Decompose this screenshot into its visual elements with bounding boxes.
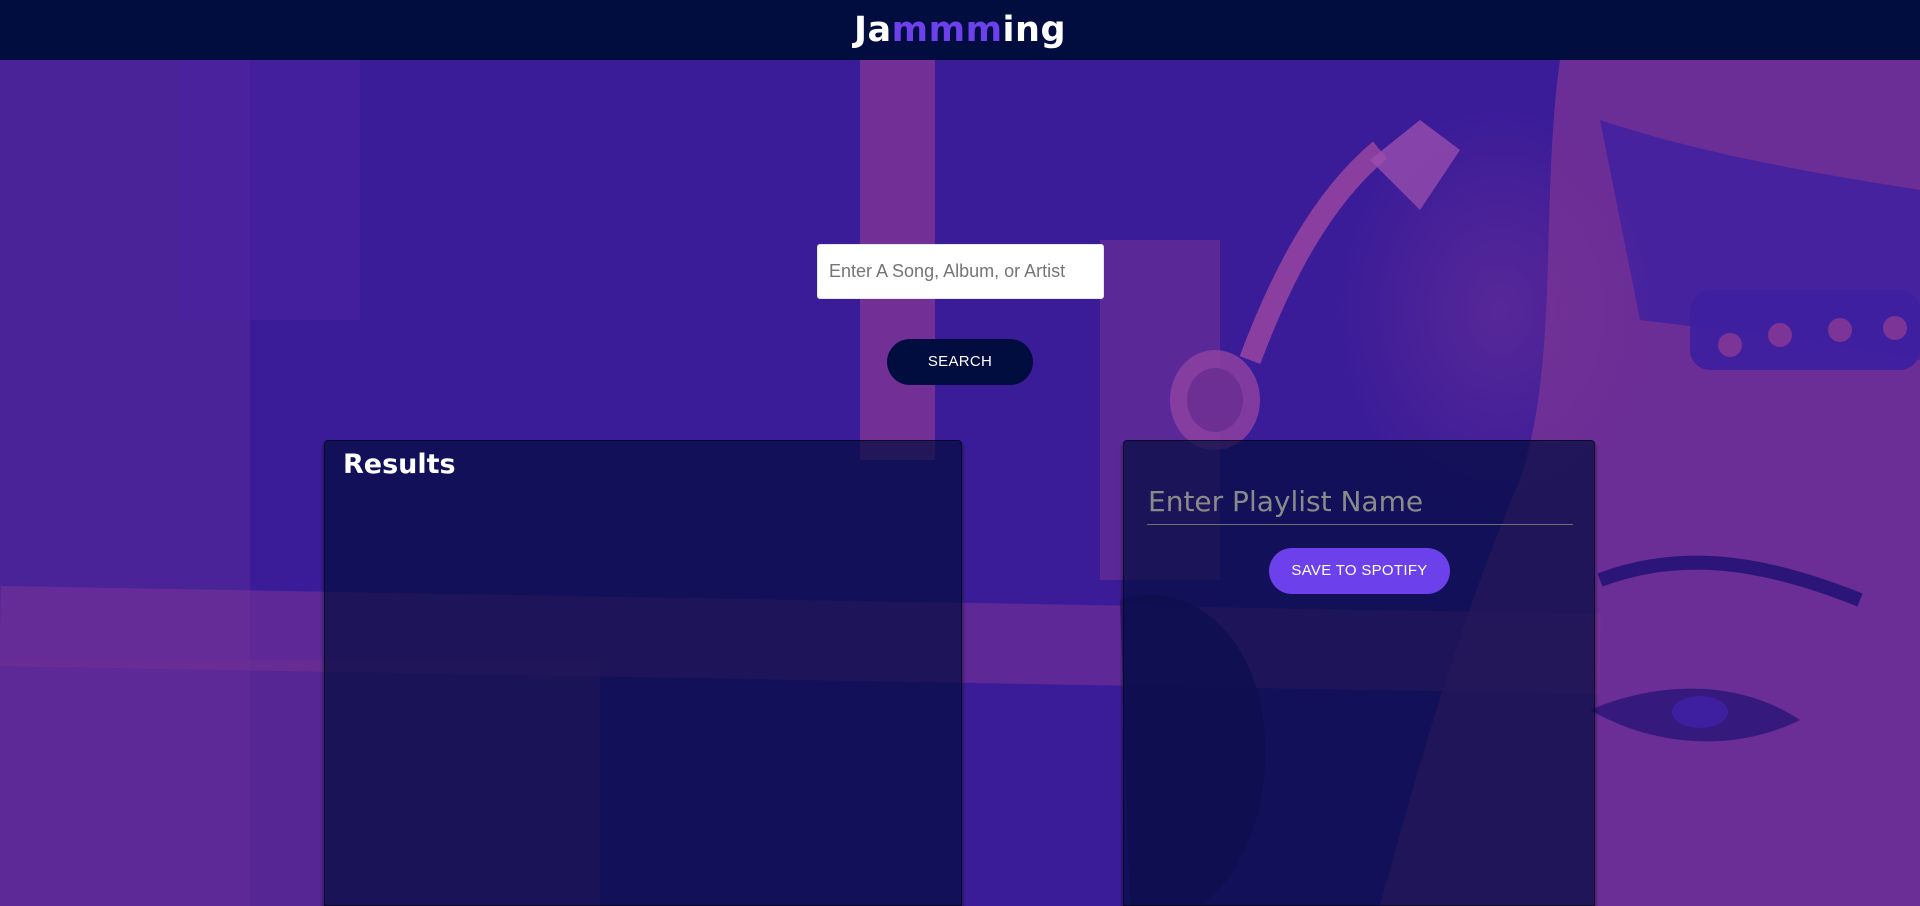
logo-highlight: mmm [891,10,1003,50]
search-results-panel: Results [324,440,962,906]
results-title: Results [343,449,456,480]
search-input[interactable] [817,244,1104,299]
playlist-name-input[interactable] [1147,479,1573,525]
save-to-spotify-button[interactable]: SAVE TO SPOTIFY [1269,548,1450,594]
playlist-panel: SAVE TO SPOTIFY [1123,440,1595,906]
search-button[interactable]: SEARCH [887,339,1033,385]
logo-prefix: Ja [853,10,892,50]
logo-suffix: ing [1002,10,1067,50]
top-bar: Jammming [0,0,1920,60]
app-logo: Jammming [854,0,1066,60]
